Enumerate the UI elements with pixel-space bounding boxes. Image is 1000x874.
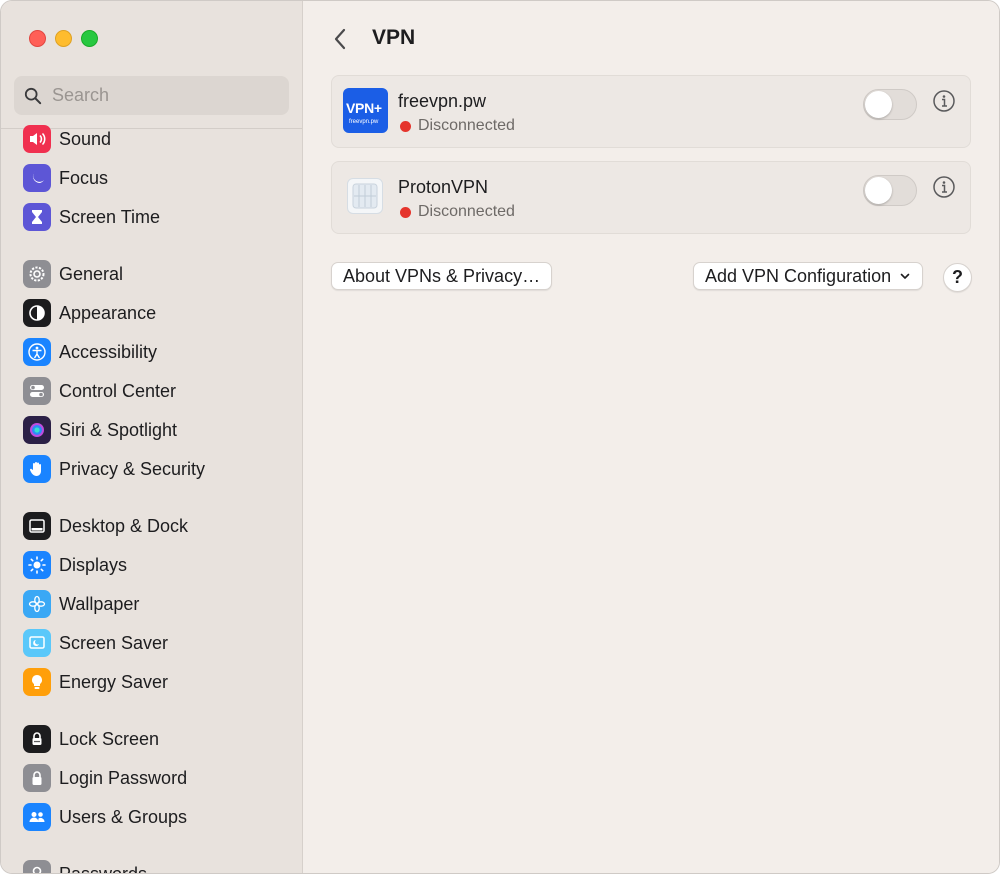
sidebar-item-label: Accessibility [59,341,158,362]
add-vpn-configuration-button[interactable]: Add VPN Configuration [693,262,924,290]
settings-window: Sound Focus Screen Time General [0,0,1000,874]
siri-icon [23,416,51,444]
sidebar-item-label: Control Center [59,380,177,401]
sidebar-item-label: Wallpaper [59,593,140,614]
sidebar-item-wallpaper[interactable]: Wallpaper [23,589,139,619]
sidebar-item-label: Energy Saver [59,671,169,692]
hourglass-icon [23,203,51,231]
vpn-toggle-protonvpn[interactable] [863,175,917,206]
hand-icon [23,455,51,483]
sidebar-item-label: Siri & Spotlight [59,419,178,440]
sidebar-item-general[interactable]: General [23,259,123,289]
sidebar-item-label: Desktop & Dock [59,515,189,536]
minimize-window-button[interactable] [55,30,72,47]
sidebar-item-energy-saver[interactable]: Energy Saver [23,667,168,697]
sidebar-item-control-center[interactable]: Control Center [23,376,176,406]
sidebar-item-label: Login Password [59,767,188,788]
vpn-status: Disconnected [400,117,515,135]
toggle-knob [865,91,892,118]
chevron-left-icon [334,28,346,50]
search-input[interactable] [52,85,272,106]
vpn-info-button-protonvpn[interactable] [932,175,956,199]
sidebar-item-screen-time[interactable]: Screen Time [23,202,160,232]
lock-screen-icon [23,725,51,753]
sidebar-item-passwords[interactable]: Passwords [23,859,147,873]
vpn-info-button-freevpn[interactable] [932,89,956,113]
sidebar: Sound Focus Screen Time General [1,1,303,873]
sidebar-item-label: Screen Saver [59,632,169,653]
sidebar-item-accessibility[interactable]: Accessibility [23,337,157,367]
sidebar-item-siri-spotlight[interactable]: Siri & Spotlight [23,415,177,445]
search-icon [24,87,42,104]
appearance-icon [23,299,51,327]
chevron-down-icon [900,273,910,279]
protonvpn-app-icon [347,178,383,214]
sidebar-item-label: Displays [59,554,128,575]
search-field[interactable] [14,76,289,115]
traffic-lights [29,30,98,47]
sidebar-item-desktop-dock[interactable]: Desktop & Dock [23,511,188,541]
vpn-row-freevpn: VPN+ freevpn.pw freevpn.pw Disconnected [331,75,971,148]
toggles-icon [23,377,51,405]
flower-icon [23,590,51,618]
about-vpns-privacy-button[interactable]: About VPNs & Privacy… [331,262,553,290]
accessibility-icon [23,338,51,366]
zoom-window-button[interactable] [81,30,98,47]
page-title: VPN [372,26,416,49]
vpn-row-protonvpn: ProtonVPN Disconnected [331,161,971,234]
sidebar-item-label: Lock Screen [59,728,160,749]
sidebar-item-login-password[interactable]: Login Password [23,763,187,793]
sidebar-item-label: Appearance [59,302,157,323]
sun-icon [23,551,51,579]
freevpn-app-icon: VPN+ freevpn.pw [343,88,388,133]
help-button[interactable]: ? [943,263,972,292]
sidebar-item-lock-screen[interactable]: Lock Screen [23,724,159,754]
toggle-knob [865,177,892,204]
gear-icon [23,260,51,288]
vpn-name: freevpn.pw [398,91,487,111]
users-icon [23,803,51,831]
info-icon [933,90,955,112]
info-icon [933,176,955,198]
vpn-status-text: Disconnected [418,203,515,220]
moon-icon [23,164,51,192]
sidebar-item-label: Passwords [59,864,147,874]
sidebar-item-users-groups[interactable]: Users & Groups [23,802,187,832]
vpn-status: Disconnected [400,203,515,221]
vpn-toggle-freevpn[interactable] [863,89,917,120]
sidebar-item-appearance[interactable]: Appearance [23,298,156,328]
sidebar-item-label: Focus [59,167,109,188]
sidebar-item-label: Screen Time [59,206,161,227]
sidebar-item-displays[interactable]: Displays [23,550,127,580]
speaker-icon [23,125,51,153]
padlock-icon [23,764,51,792]
sidebar-item-label: Privacy & Security [59,458,206,479]
status-dot-icon [400,120,411,132]
sidebar-item-focus[interactable]: Focus [23,163,108,193]
sidebar-item-privacy-security[interactable]: Privacy & Security [23,454,205,484]
back-button[interactable] [328,25,352,53]
dock-icon [23,512,51,540]
sidebar-item-label: General [59,263,124,284]
vpn-name: ProtonVPN [398,177,489,197]
status-dot-icon [400,206,411,218]
sidebar-item-label: Users & Groups [59,806,188,827]
close-window-button[interactable] [29,30,46,47]
key-icon [23,860,51,873]
screensaver-icon [23,629,51,657]
sidebar-item-label: Sound [59,128,112,149]
sidebar-item-screen-saver[interactable]: Screen Saver [23,628,168,658]
lightbulb-icon [23,668,51,696]
sidebar-item-sound[interactable]: Sound [23,124,111,154]
vpn-status-text: Disconnected [418,117,515,134]
